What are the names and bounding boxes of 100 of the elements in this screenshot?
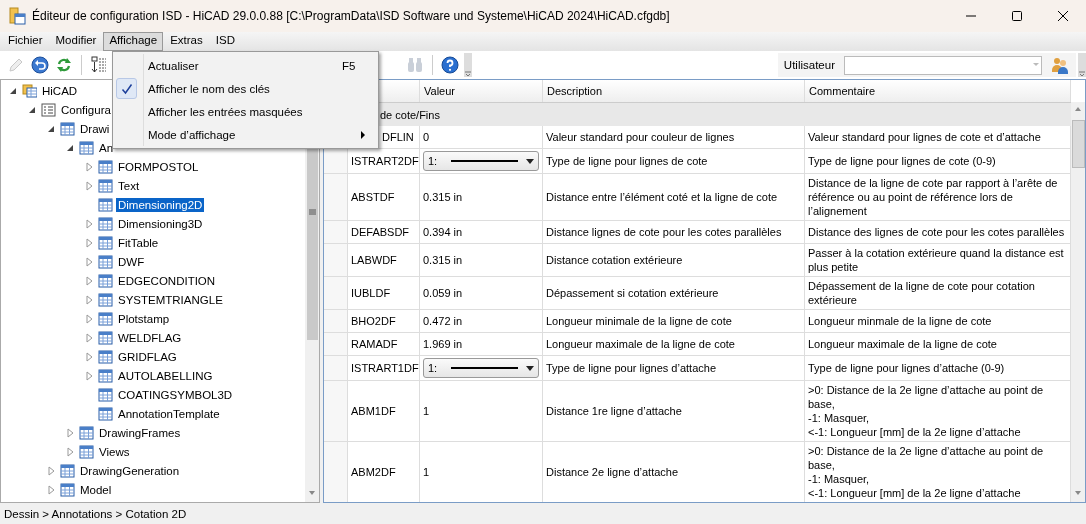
key-cell: ISTRART1DF <box>348 356 420 380</box>
refresh-icon[interactable] <box>55 56 73 74</box>
value-cell: 1.969 in <box>420 333 543 355</box>
description-cell: Distance lignes de cote pour les cotes parallèles <box>543 221 805 243</box>
description-cell: Distance 1re ligne d’attache <box>543 381 805 441</box>
tree-item[interactable]: COATINGSYMBOL3D <box>116 387 235 402</box>
menu-item[interactable]: Modifier <box>49 32 103 51</box>
table-icon <box>60 121 75 136</box>
undo-icon[interactable] <box>31 56 49 74</box>
expand-icon[interactable] <box>64 445 76 458</box>
expand-icon[interactable] <box>83 217 95 230</box>
checkmark-icon <box>120 82 133 95</box>
value-cell: 0.315 in <box>420 174 543 220</box>
menu-entry[interactable]: Actualiser <box>148 59 342 72</box>
tree-item[interactable]: DWF <box>116 254 147 269</box>
tree-item[interactable]: Drawi <box>78 121 112 136</box>
pencil-icon[interactable] <box>7 56 25 74</box>
tree-item[interactable]: HiCAD <box>40 83 80 98</box>
caret-icon <box>526 158 534 164</box>
tree-item[interactable]: Plotstamp <box>116 311 172 326</box>
tree-item[interactable]: Model <box>78 482 114 497</box>
expand-icon[interactable] <box>83 160 95 173</box>
tree-item[interactable]: Text <box>116 178 142 193</box>
menu-item[interactable]: ISD <box>209 32 241 51</box>
description-cell: Longueur minimale de la ligne de cote <box>543 310 805 332</box>
tree-item[interactable]: FitTable <box>116 235 161 250</box>
tree-item[interactable]: DrawingGeneration <box>78 463 182 478</box>
menu-item[interactable]: Affichage <box>103 32 164 51</box>
grip-icon <box>308 209 316 215</box>
tree-item[interactable]: GRIDFLAG <box>116 349 179 364</box>
expand-icon[interactable] <box>45 483 57 496</box>
caret-icon <box>526 365 534 371</box>
table-icon <box>79 425 94 440</box>
row-header[interactable] <box>324 277 348 309</box>
tree-item[interactable]: Views <box>97 444 132 459</box>
expand-icon[interactable] <box>83 236 95 249</box>
help-icon[interactable] <box>441 56 459 74</box>
tree-item[interactable]: FORMPOSTOL <box>116 159 201 174</box>
expand-icon[interactable] <box>83 312 95 325</box>
tree-item[interactable]: AnnotationTemplate <box>116 406 222 421</box>
row-header[interactable] <box>324 149 348 173</box>
expand-icon[interactable] <box>83 293 95 306</box>
tree-item[interactable]: An <box>97 140 116 155</box>
row-header[interactable] <box>324 310 348 332</box>
linetype-dropdown[interactable]: 1: <box>423 358 539 378</box>
user-label: Utilisateur <box>783 59 835 71</box>
table-icon <box>98 216 113 231</box>
overflow-icon[interactable] <box>1078 69 1086 77</box>
column-header[interactable]: Description <box>543 80 805 102</box>
row-header[interactable] <box>324 356 348 380</box>
column-header[interactable]: Valeur <box>420 80 543 102</box>
overflow-icon[interactable] <box>464 69 472 77</box>
key-cell: RAMADF <box>348 333 420 355</box>
expand-icon[interactable] <box>83 179 95 192</box>
table-icon <box>98 178 113 193</box>
maximize-button[interactable] <box>1009 8 1025 24</box>
key-cell: IUBLDF <box>348 277 420 309</box>
row-header[interactable] <box>324 333 348 355</box>
user-combo[interactable] <box>844 55 1042 75</box>
users-icon[interactable] <box>1051 56 1069 74</box>
tree-item[interactable]: SYSTEMTRIANGLE <box>116 292 225 307</box>
row-header[interactable] <box>324 244 348 276</box>
table-icon <box>98 235 113 250</box>
tree-item[interactable]: AUTOLABELLING <box>116 368 215 383</box>
column-header[interactable]: Commentaire <box>805 80 1071 102</box>
tree-item[interactable]: DrawingFrames <box>97 425 183 440</box>
expand-icon[interactable] <box>83 350 95 363</box>
tree-item[interactable]: WELDFLAG <box>116 330 184 345</box>
row-header[interactable] <box>324 221 348 243</box>
expand-icon[interactable] <box>45 464 57 477</box>
window-title: Éditeur de configuration ISD - HiCAD 29.0.0.88 [C:\ProgramData\ISD Software und Systeme\HiCAD 2024\HiCAD.cfgdb] <box>32 9 671 23</box>
description-cell: Valeur standard pour couleur de lignes <box>543 126 805 148</box>
menu-entry[interactable]: Afficher les entrées masquées <box>148 105 378 118</box>
table-icon <box>79 140 94 155</box>
table-icon <box>60 482 75 497</box>
expand-icon[interactable] <box>83 369 95 382</box>
binoculars-icon[interactable] <box>406 56 424 74</box>
scrollbar-thumb[interactable] <box>1071 120 1085 168</box>
row-header[interactable] <box>324 381 348 441</box>
scroll-down-icon[interactable] <box>1074 490 1082 496</box>
tree-view-icon[interactable] <box>90 56 108 74</box>
tree-item[interactable]: Dimensioning2D <box>116 197 205 212</box>
row-header[interactable] <box>324 442 348 502</box>
scroll-down-icon[interactable] <box>308 490 316 496</box>
tree-item[interactable]: Configura <box>59 102 113 117</box>
scroll-up-icon[interactable] <box>1074 106 1082 112</box>
value-cell: 0.059 in <box>420 277 543 309</box>
menu-item[interactable]: Extras <box>164 32 209 51</box>
expand-icon[interactable] <box>83 255 95 268</box>
menu-entry[interactable]: Afficher le nom des clés <box>148 82 378 95</box>
tree-item[interactable]: EDGECONDITION <box>116 273 218 288</box>
close-button[interactable] <box>1055 8 1071 24</box>
expand-icon[interactable] <box>83 274 95 287</box>
linetype-dropdown[interactable]: 1: <box>423 151 539 171</box>
expand-icon[interactable] <box>83 331 95 344</box>
row-header[interactable] <box>324 174 348 220</box>
menu-item[interactable]: Fichier <box>2 32 49 51</box>
tree-item[interactable]: Dimensioning3D <box>116 216 205 231</box>
description-cell: Distance cotation extérieure <box>543 244 805 276</box>
expand-icon[interactable] <box>64 426 76 439</box>
